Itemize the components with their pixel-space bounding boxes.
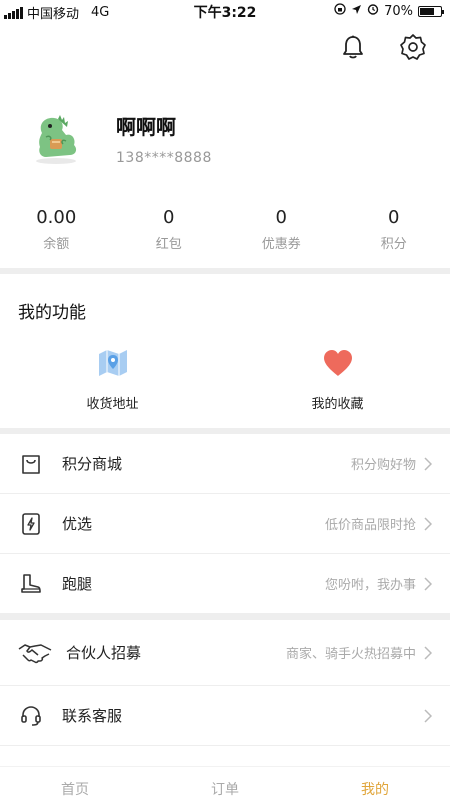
dinosaur-avatar-icon xyxy=(36,115,77,164)
section-divider xyxy=(0,268,450,274)
chevron-right-icon xyxy=(424,516,434,531)
menu-item-title: 联系客服 xyxy=(62,707,123,725)
profile-section[interactable]: 啊啊啊 138****8888 xyxy=(26,108,212,168)
menu-item-hint: 低价商品限时抢 xyxy=(324,518,416,533)
chevron-right-icon xyxy=(424,645,434,660)
menu-item-hint: 积分购好物 xyxy=(350,458,416,473)
stat-value: 0 xyxy=(388,207,400,228)
profile-info: 啊啊啊 138****8888 xyxy=(116,111,212,166)
stat-value: 0 xyxy=(275,207,287,228)
menu-item-preferred[interactable]: 优选 低价商品限时抢 xyxy=(0,494,450,554)
chevron-right-icon xyxy=(424,456,434,471)
status-bar: 中国移动 4G 下午3:22 70% xyxy=(0,0,450,22)
stat-label: 积分 xyxy=(380,237,407,252)
stat-red-packet[interactable]: 0 红包 xyxy=(113,206,226,262)
bell-icon[interactable] xyxy=(336,30,370,64)
chevron-right-icon xyxy=(424,576,434,591)
menu-item-title: 优选 xyxy=(62,515,93,533)
menu-item-points-mall[interactable]: 积分商城 积分购好物 xyxy=(0,434,450,494)
stat-label: 余额 xyxy=(43,237,70,252)
function-favorites[interactable]: 我的收藏 xyxy=(225,345,450,412)
shopping-bag-icon xyxy=(18,451,44,477)
menu-item-title: 合伙人招募 xyxy=(66,644,142,662)
stat-label: 优惠券 xyxy=(261,237,301,252)
headset-icon xyxy=(18,703,44,729)
status-bar-right: 70% xyxy=(334,3,444,19)
tab-home[interactable]: 首页 xyxy=(0,767,150,800)
menu-item-hint: 您吩咐，我办事 xyxy=(324,578,416,593)
tab-mine[interactable]: 我的 xyxy=(300,767,450,800)
menu-item-hint: 商家、骑手火热招募中 xyxy=(285,647,416,662)
alarm-icon xyxy=(367,3,379,19)
gear-icon[interactable] xyxy=(396,30,430,64)
menu-item-partner-recruit[interactable]: 合伙人招募 商家、骑手火热招募中 xyxy=(0,620,450,686)
location-icon xyxy=(351,4,362,19)
functions-grid: 收货地址 我的收藏 xyxy=(0,345,450,412)
map-icon xyxy=(97,345,129,381)
header-actions xyxy=(336,30,430,64)
menu-group-services: 积分商城 积分购好物 优选 低价商品限时抢 跑腿 您吩咐，我办事 xyxy=(0,434,450,614)
stat-label: 红包 xyxy=(155,237,182,252)
stat-coupons[interactable]: 0 优惠券 xyxy=(225,206,338,262)
tab-orders[interactable]: 订单 xyxy=(150,767,300,800)
avatar[interactable] xyxy=(26,108,86,168)
boot-icon xyxy=(18,571,44,597)
stat-balance[interactable]: 0.00 余额 xyxy=(0,206,113,262)
menu-item-title: 积分商城 xyxy=(62,455,123,473)
menu-group-support: 合伙人招募 商家、骑手火热招募中 联系客服 xyxy=(0,620,450,746)
function-label: 我的收藏 xyxy=(311,397,364,412)
account-stats: 0.00 余额 0 红包 0 优惠券 0 积分 xyxy=(0,206,450,262)
handshake-icon xyxy=(18,640,52,666)
stat-value: 0 xyxy=(163,207,175,228)
menu-item-title: 跑腿 xyxy=(62,575,93,593)
function-label: 收货地址 xyxy=(86,397,139,412)
menu-item-errand[interactable]: 跑腿 您吩咐，我办事 xyxy=(0,554,450,614)
lock-rotation-icon xyxy=(334,3,346,19)
menu-item-customer-service[interactable]: 联系客服 xyxy=(0,686,450,746)
battery-percent: 70% xyxy=(384,3,413,19)
bottom-tab-bar: 首页 订单 我的 xyxy=(0,766,450,800)
functions-title: 我的功能 xyxy=(18,303,86,323)
username: 啊啊啊 xyxy=(116,114,176,139)
phone-number: 138****8888 xyxy=(116,149,212,166)
heart-icon xyxy=(322,345,354,381)
lightning-icon xyxy=(18,511,44,537)
stat-value: 0.00 xyxy=(36,207,77,228)
function-address[interactable]: 收货地址 xyxy=(0,345,225,412)
chevron-right-icon xyxy=(424,708,434,723)
battery-icon xyxy=(418,5,444,17)
stat-points[interactable]: 0 积分 xyxy=(338,206,450,262)
battery-fill xyxy=(420,7,434,15)
